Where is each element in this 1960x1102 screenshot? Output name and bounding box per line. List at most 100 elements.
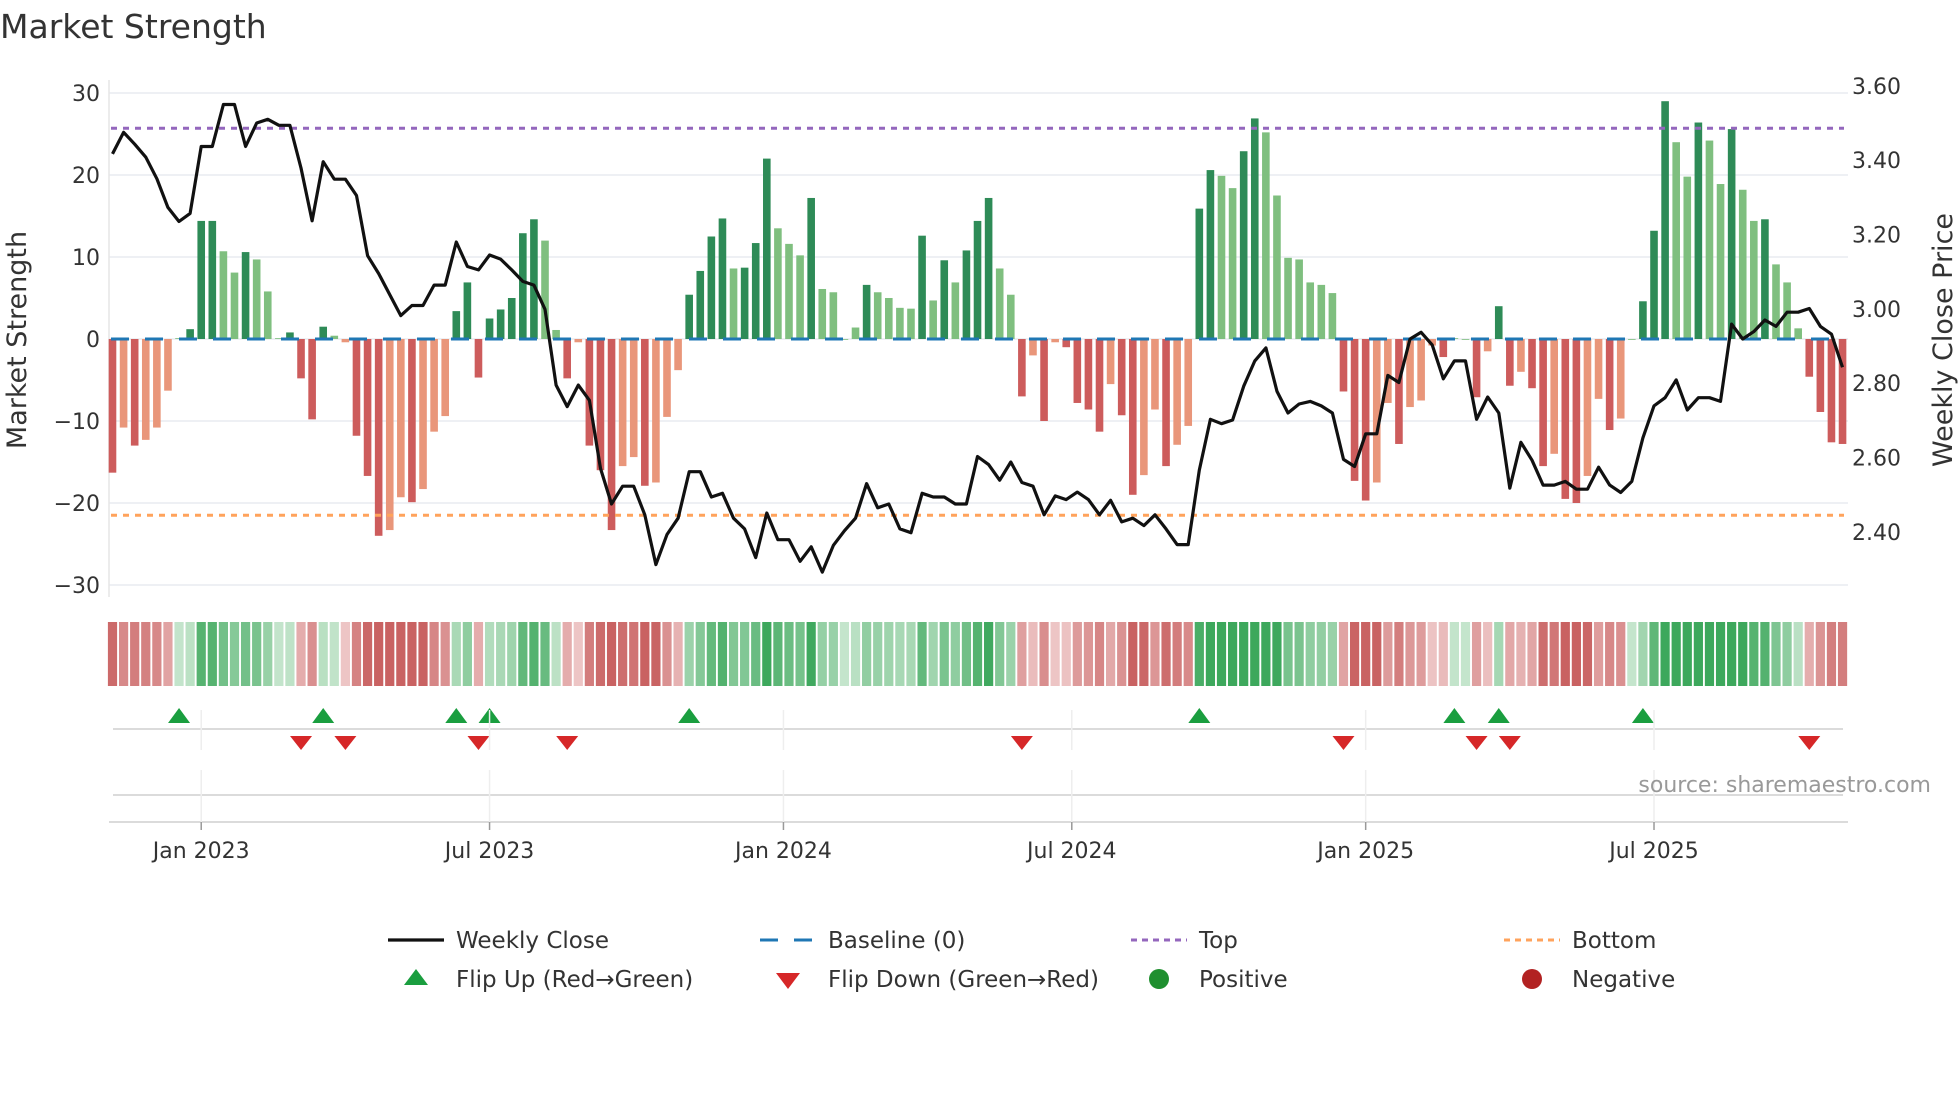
heatmap-cell <box>1017 622 1027 686</box>
negative-bar <box>108 339 117 473</box>
heatmap-cell <box>629 622 639 686</box>
heatmap-cell <box>640 622 650 686</box>
heatmap-cell <box>185 622 195 686</box>
heatmap-cell <box>1172 622 1182 686</box>
positive-bar <box>1738 189 1747 339</box>
positive-bar <box>1661 101 1669 339</box>
heatmap-cell <box>362 622 373 686</box>
heatmap-cell <box>263 622 273 686</box>
flip-up-marker <box>1443 708 1466 723</box>
positive-bar <box>1672 142 1680 339</box>
heatmap-cell <box>329 622 339 686</box>
positive-bar <box>1328 293 1337 339</box>
negative-bar <box>1184 339 1193 426</box>
positive-bar <box>1794 328 1802 339</box>
heatmap-cell <box>507 622 517 686</box>
heatmap-cell <box>1727 622 1737 686</box>
heatmap-cell <box>917 622 927 686</box>
heatmap-cell <box>340 622 350 686</box>
heatmap-cell <box>274 622 284 686</box>
positive-bar <box>740 267 749 339</box>
negative-bar <box>1827 339 1836 443</box>
negative-bar <box>430 339 438 432</box>
y2-tick-label: 2.40 <box>1852 521 1901 546</box>
flip-down-marker <box>1798 736 1821 750</box>
heatmap-cell <box>118 622 129 686</box>
heatmap-cell <box>1139 622 1149 686</box>
heatmap-cell <box>351 622 362 686</box>
heatmap-cell <box>1682 622 1692 686</box>
heatmap-cell <box>939 622 949 686</box>
positive-bar <box>519 233 527 339</box>
legend-item-baseline: Baseline (0) <box>760 928 965 954</box>
negative-bar <box>474 339 483 378</box>
flip-up-marker <box>1631 708 1654 723</box>
positive-bar <box>1262 132 1270 339</box>
negative-bar <box>1073 339 1082 403</box>
heatmap-cell <box>1582 622 1593 686</box>
heatmap-cell <box>1194 622 1204 686</box>
negative-bar <box>1339 339 1348 392</box>
y2-axis-label: Weekly Close Price <box>1928 213 1959 467</box>
negative-bar <box>1117 339 1126 416</box>
heatmap-cell <box>740 622 750 686</box>
negative-bar <box>1106 339 1115 385</box>
positive-bar <box>530 219 538 339</box>
heatmap-cell <box>862 622 872 686</box>
y2-tick-label: 3.00 <box>1852 298 1901 323</box>
triangle-up-icon <box>404 969 428 985</box>
heatmap-cell <box>1771 622 1781 686</box>
heatmap-cell <box>1715 622 1726 686</box>
negative-bar <box>1550 339 1558 454</box>
flip-down-marker <box>1010 736 1033 750</box>
legend-label: Flip Up (Red→Green) <box>456 967 693 993</box>
heatmap-cell <box>207 622 217 686</box>
positive-bar <box>1727 129 1736 339</box>
negative-bar <box>153 339 161 428</box>
negative-bar <box>397 339 405 498</box>
heatmap-cell <box>1560 622 1570 686</box>
negative-bar <box>374 339 383 536</box>
positive-bar <box>1250 118 1259 339</box>
heatmap-cell <box>928 622 938 686</box>
heatmap-cell <box>285 622 295 686</box>
x-tick-label: Jul 2025 <box>1607 839 1699 864</box>
heatmap-cell <box>1616 622 1626 686</box>
positive-bar <box>241 252 250 339</box>
negative-bar <box>385 339 394 531</box>
heatmap-cell <box>1549 622 1559 686</box>
negative-bar <box>1439 339 1448 358</box>
heatmap-cell <box>1649 622 1659 686</box>
negative-bar <box>641 339 649 486</box>
heatmap-cell <box>662 622 672 686</box>
legend-item-negative: Negative <box>1522 967 1675 993</box>
heatmap-cell <box>751 622 761 686</box>
heatmap-cell <box>1837 622 1848 686</box>
legend-label: Baseline (0) <box>828 928 965 954</box>
heatmap-cell <box>1383 622 1393 686</box>
x-tick-label: Jan 2024 <box>733 839 832 864</box>
flip-up-marker <box>1188 708 1211 723</box>
heatmap-cell <box>196 622 206 686</box>
flip-down-marker <box>1332 736 1355 750</box>
positive-bar <box>463 282 472 339</box>
heatmap-cell <box>839 622 850 686</box>
x-axis: Jan 2023 Jul 2023 Jan 2024 Jul 2024 Jan 2025… <box>109 710 1848 864</box>
heatmap-cell <box>784 622 794 686</box>
positive-bar <box>452 311 461 339</box>
heatmap-cell <box>252 622 262 686</box>
triangle-down-icon <box>776 973 800 989</box>
positive-bar <box>1639 301 1647 339</box>
heatmap-cell <box>1050 622 1060 686</box>
heatmap-cell <box>1593 622 1604 686</box>
negative-bar <box>574 339 583 343</box>
heatmap-cell <box>1483 622 1493 686</box>
heatmap-cell <box>418 622 428 686</box>
positive-bar <box>1217 175 1226 339</box>
negative-bar <box>1528 339 1536 389</box>
heatmap-cell <box>407 622 417 686</box>
negative-bar <box>1417 339 1425 401</box>
heatmap-cell <box>1416 622 1426 686</box>
positive-bar <box>873 292 882 339</box>
y-tick-label: 10 <box>72 246 100 271</box>
